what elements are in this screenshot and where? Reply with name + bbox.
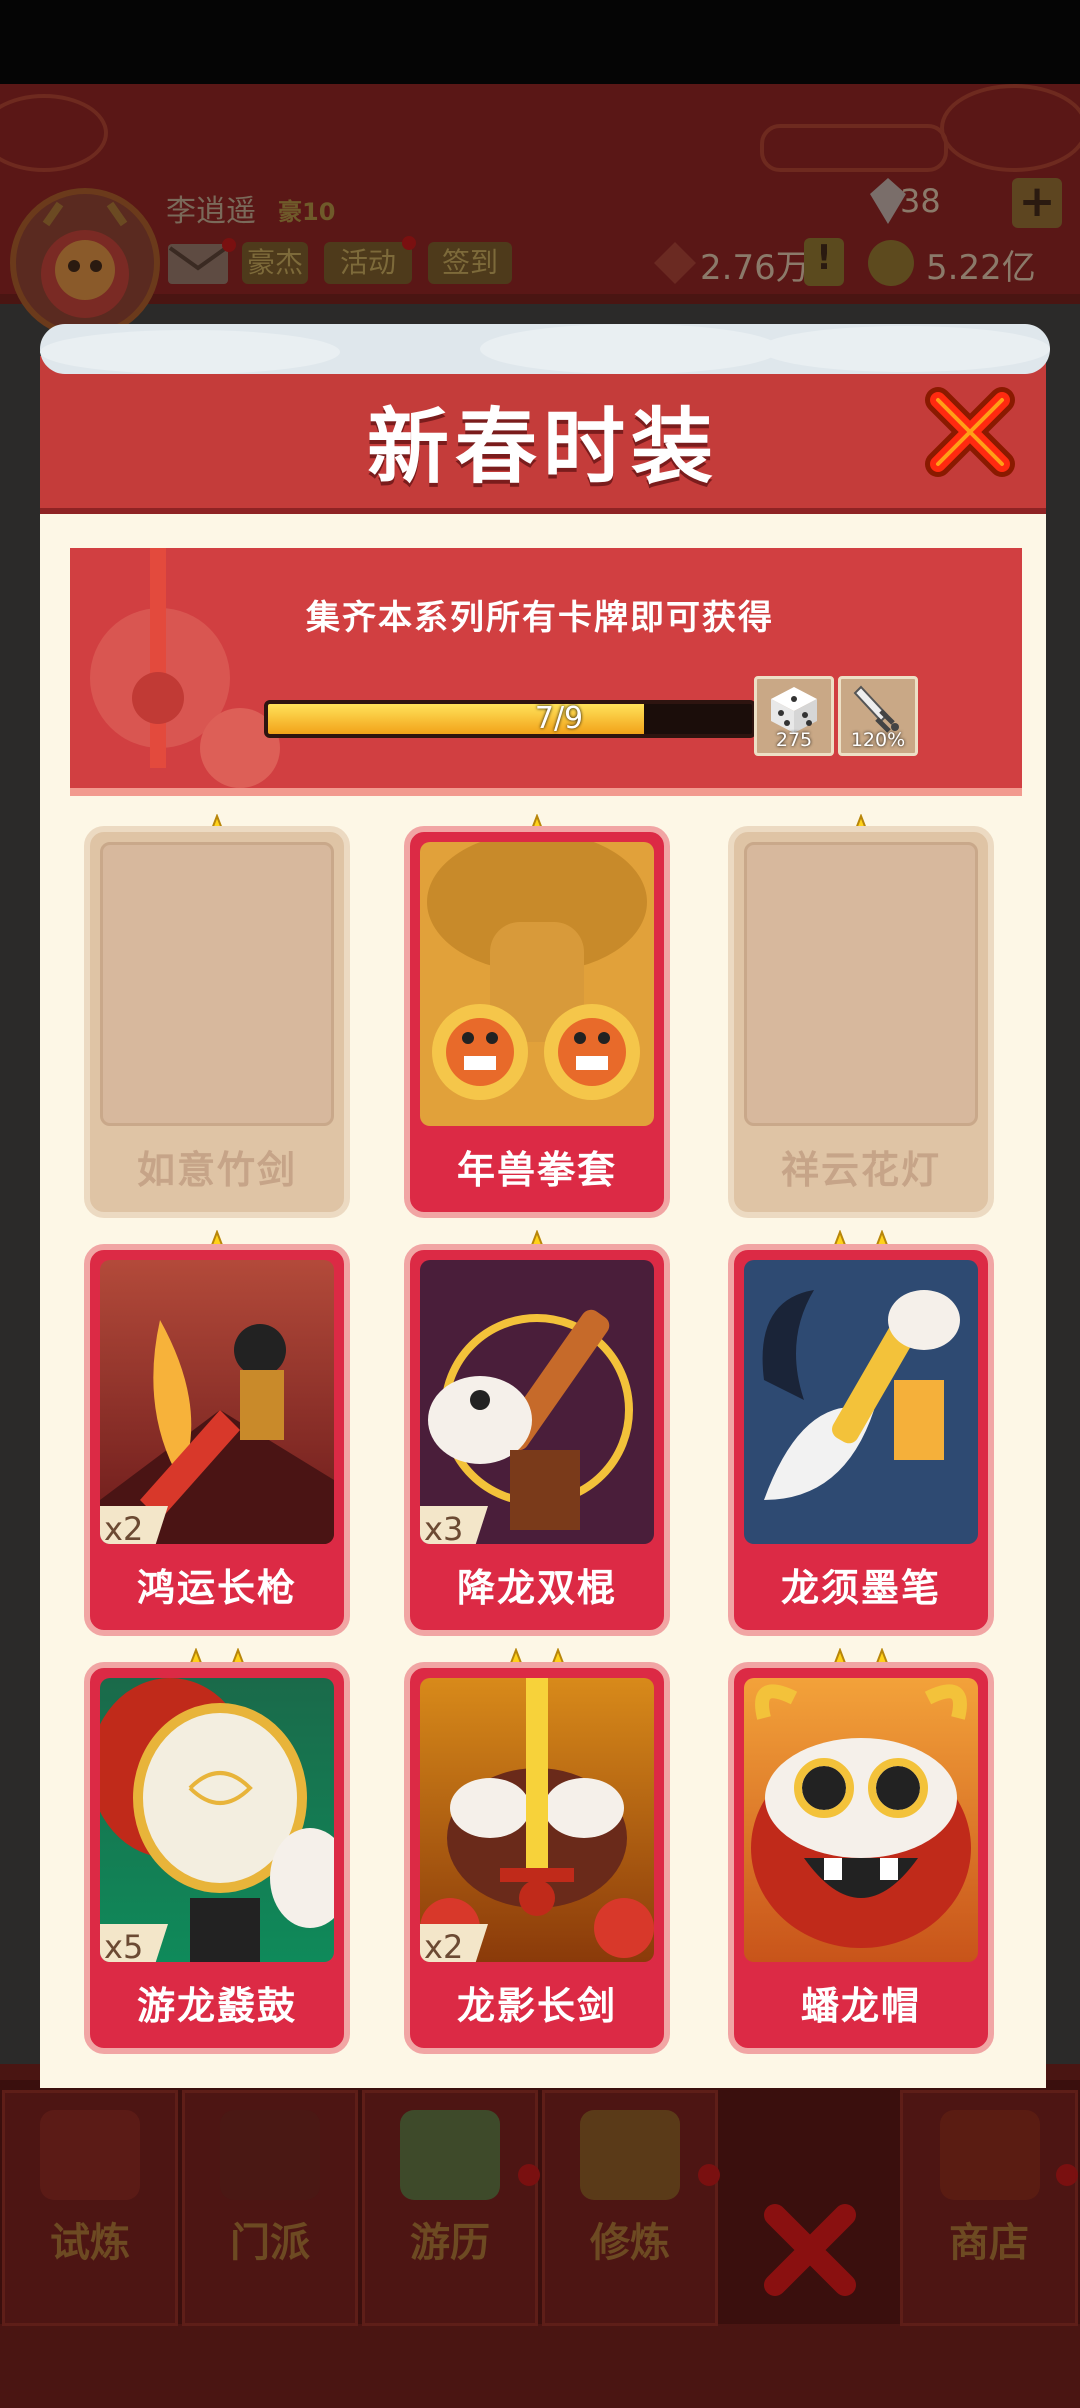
cloud-ornament (940, 84, 1080, 172)
close-x-icon[interactable] (760, 2200, 860, 2300)
card-name: 龙影长剑 (456, 1984, 617, 2028)
card-fortune-spear[interactable]: x2 鸿运长枪 (84, 1244, 350, 1636)
nav-label-cultivate: 修炼 (590, 2220, 670, 2266)
card-dragon-whisker-brush[interactable]: 龙须墨笔 (728, 1244, 994, 1636)
cloud-ornament (760, 124, 948, 172)
notification-dot (402, 236, 416, 250)
card-art: x2 (420, 1678, 654, 1962)
add-gems-button[interactable]: + (1012, 178, 1062, 228)
travel-icon (400, 2110, 500, 2200)
reward-value: 120% (850, 729, 906, 751)
card-auspicious-lantern[interactable]: 祥云花灯 (728, 826, 994, 1218)
card-name: 如意竹剑 (136, 1148, 297, 1192)
card-art (744, 1678, 978, 1962)
card-dragon-shadow-sword[interactable]: x2 龙影长剑 (404, 1662, 670, 2054)
card-placeholder (100, 842, 334, 1126)
set-bonus-banner (70, 548, 1022, 796)
avatar[interactable] (10, 188, 160, 338)
gem-count: 38 (900, 182, 941, 220)
card-art (420, 842, 654, 1126)
sect-icon (220, 2110, 320, 2200)
card-name: 祥云花灯 (780, 1148, 941, 1192)
close-button[interactable] (922, 384, 1018, 480)
modal-title: 新春时装 (366, 400, 719, 495)
info-button[interactable]: ! (804, 238, 844, 286)
card-name: 龙须墨笔 (780, 1566, 941, 1610)
card-art (744, 1260, 978, 1544)
card-art: x5 (100, 1678, 334, 1962)
nav-label-travel: 游历 (410, 2220, 490, 2266)
card-name: 降龙双棍 (456, 1566, 617, 1610)
snow-decoration (480, 324, 780, 374)
card-dragon-drum[interactable]: x5 游龙鼗鼓 (84, 1662, 350, 2054)
card-name: 蟠龙帽 (800, 1984, 921, 2028)
cultivate-icon (580, 2110, 680, 2200)
nav-label-sect: 门派 (230, 2220, 310, 2266)
notification-dot (698, 2164, 720, 2186)
silver-icon (652, 240, 698, 286)
mail-icon[interactable] (168, 244, 228, 284)
card-placeholder (744, 842, 978, 1126)
notification-dot (222, 238, 236, 252)
close-icon (925, 387, 1015, 477)
reward-sword[interactable]: 120% (838, 676, 918, 756)
card-ruyi-bamboo-sword[interactable]: 如意竹剑 (84, 826, 350, 1218)
silver-amount: 2.76万 (700, 248, 810, 288)
shop-icon (940, 2110, 1040, 2200)
notification-dot (518, 2164, 540, 2186)
gold-amount: 5.22亿 (926, 248, 1036, 288)
cloud-ornament (0, 94, 108, 172)
lion-sword-art (90, 548, 280, 788)
card-dragon-twin-staff[interactable]: x3 降龙双棍 (404, 1244, 670, 1636)
card-art: x2 (100, 1260, 334, 1544)
card-name: 游龙鼗鼓 (136, 1984, 297, 2028)
card-name: 鸿运长枪 (136, 1566, 297, 1610)
snow-decoration (760, 326, 1050, 372)
snow-decoration (40, 330, 340, 374)
activity-button[interactable]: 活动 (324, 242, 412, 284)
nav-label-trial: 试炼 (50, 2220, 130, 2266)
card-art: x3 (420, 1260, 654, 1544)
card-name: 年兽拳套 (456, 1148, 617, 1192)
card-nian-beast-gauntlet[interactable]: 年兽拳套 (404, 826, 670, 1218)
player-name: 李逍遥 (166, 194, 256, 229)
trial-icon (40, 2110, 140, 2200)
banner-text: 集齐本系列所有卡牌即可获得 (306, 598, 774, 638)
reward-value: 275 (775, 729, 813, 751)
card-coiled-dragon-hat[interactable]: 蟠龙帽 (728, 1662, 994, 2054)
gold-coin-icon (868, 240, 914, 286)
notification-dot (1056, 2164, 1078, 2186)
heroes-button[interactable]: 豪杰 (242, 242, 308, 284)
nav-label-shop: 商店 (949, 2220, 1029, 2266)
status-bar (0, 0, 1080, 84)
reward-dice[interactable]: 275 (754, 676, 834, 756)
player-rank: 豪10 (278, 198, 336, 226)
checkin-button[interactable]: 签到 (428, 242, 512, 284)
